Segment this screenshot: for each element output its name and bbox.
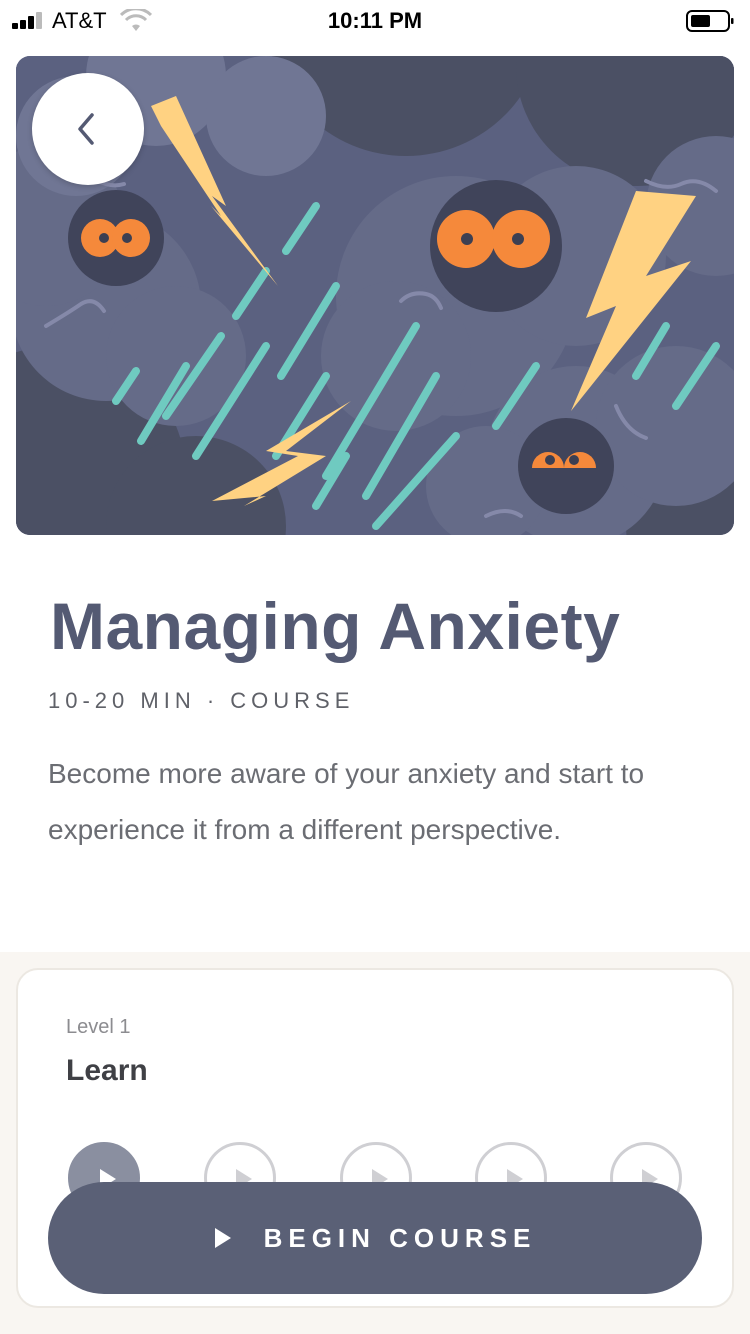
course-description: Become more aware of your anxiety and st… xyxy=(48,758,645,845)
level-name: Learn xyxy=(66,1054,148,1087)
back-button[interactable] xyxy=(32,73,144,185)
status-bar: AT&T 10:11 PM xyxy=(0,0,750,40)
status-time: 10:11 PM xyxy=(327,8,423,33)
battery-icon xyxy=(686,10,734,32)
level-label: Level 1 xyxy=(66,1016,131,1038)
play-icon xyxy=(214,1228,231,1248)
begin-course-label: BEGIN COURSE xyxy=(263,1222,537,1253)
begin-course-button[interactable]: BEGIN COURSE xyxy=(48,1182,702,1294)
course-meta: 10-20 MIN · COURSE xyxy=(48,688,355,713)
course-title: Managing Anxiety xyxy=(50,589,621,663)
chevron-left-icon xyxy=(78,113,94,145)
